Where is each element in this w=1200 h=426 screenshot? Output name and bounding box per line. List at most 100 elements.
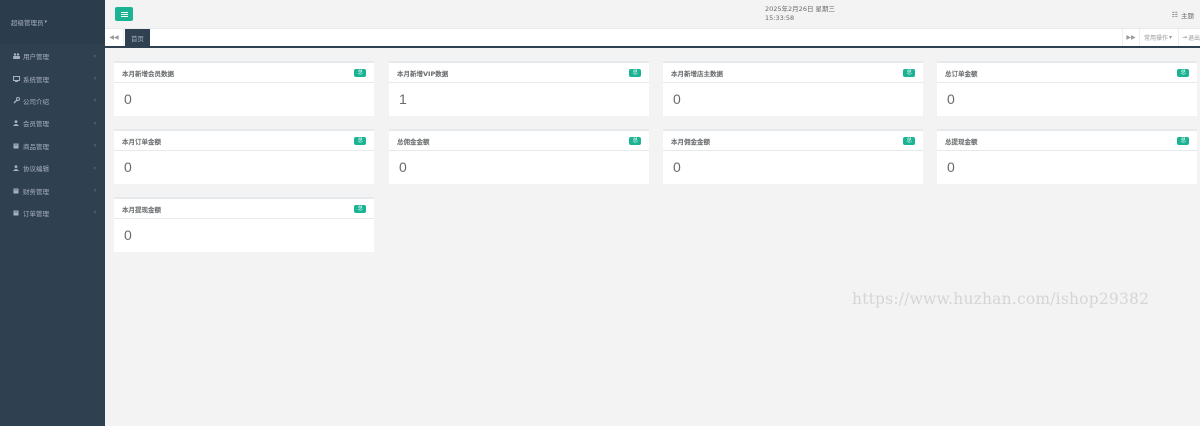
- caret-down-icon: ▾: [1168, 34, 1172, 41]
- book-icon: [12, 188, 20, 194]
- tab-scroll-left-button[interactable]: ◀◀: [105, 29, 124, 46]
- list-icon: ☷: [1171, 11, 1178, 19]
- caret-down-icon: ▾: [44, 19, 48, 25]
- card-value: 1: [399, 91, 407, 107]
- sidebar-item-company[interactable]: 公司介绍 ‹: [0, 90, 105, 112]
- logout-button[interactable]: ⇥ 退出: [1178, 29, 1200, 46]
- sidebar-item-label: 会员管理: [23, 120, 49, 129]
- user-icon: [12, 165, 20, 172]
- sidebar-item-users[interactable]: 用户管理 ‹: [0, 45, 105, 67]
- book-icon: [12, 210, 20, 216]
- tab-home[interactable]: 首页: [125, 29, 150, 46]
- theme-label: 主题: [1181, 12, 1194, 20]
- card-header: 总订单金额 总: [937, 63, 1197, 83]
- stat-card: 总提现金额 总 0: [937, 129, 1197, 184]
- card-value: 0: [673, 91, 681, 107]
- stat-card: 本月提现金额 总 0: [114, 197, 374, 252]
- wrench-icon: [12, 97, 20, 104]
- total-badge: 总: [903, 68, 915, 77]
- total-badge: 总: [1177, 68, 1189, 77]
- card-header: 本月新增会员数据 总: [114, 63, 374, 83]
- users-icon: [12, 53, 20, 60]
- card-title: 总提现金额: [945, 137, 978, 146]
- sidebar-item-orders[interactable]: 订单管理 ‹: [0, 202, 105, 224]
- watermark-text: https://www.huzhan.com/ishop29382: [852, 290, 1150, 308]
- user-label: 超级管理员: [11, 19, 44, 27]
- sidebar-toggle-button[interactable]: [115, 7, 133, 21]
- stat-card: 本月佣金金额 总 0: [663, 129, 923, 184]
- sidebar-item-members[interactable]: 会员管理 ‹: [0, 112, 105, 134]
- tab-label: 首页: [131, 34, 144, 43]
- total-badge: 总: [903, 136, 915, 145]
- common-ops-label: 常用操作: [1143, 35, 1168, 42]
- sidebar-item-label: 用户管理: [23, 53, 49, 62]
- chevron-left-icon: ‹: [93, 52, 96, 60]
- total-badge: 总: [629, 68, 641, 77]
- book-icon: [12, 143, 20, 149]
- sidebar-item-label: 财务管理: [23, 187, 49, 196]
- current-date: 2025年2月26日 星期三: [765, 5, 836, 13]
- card-header: 本月佣金金额 总: [663, 131, 923, 151]
- sidebar: 超级管理员 ▾ 用户管理 ‹ 系统管理 ‹ 公司介绍 ‹ 会员管理 ‹ 商品管理…: [0, 0, 105, 426]
- card-title: 本月新增店主数据: [671, 69, 723, 78]
- chevron-left-icon: ‹: [93, 75, 96, 83]
- chevron-left-icon: ‹: [93, 142, 96, 150]
- tabs-bar: ◀◀ 首页 ▶▶ 常用操作 ▾ ⇥ 退出: [105, 29, 1200, 48]
- card-title: 本月新增会员数据: [122, 69, 174, 78]
- total-badge: 总: [1177, 136, 1189, 145]
- dashboard-content: 本月新增会员数据 总 0 本月新增VIP数据 总 1 本月新增店主数据 总 0 …: [105, 50, 1200, 426]
- card-title: 总订单金额: [945, 69, 978, 78]
- card-title: 本月订单金额: [122, 137, 161, 146]
- card-title: 本月新增VIP数据: [397, 69, 449, 78]
- sidebar-nav: 用户管理 ‹ 系统管理 ‹ 公司介绍 ‹ 会员管理 ‹ 商品管理 ‹ 协议编辑 …: [0, 44, 105, 224]
- card-value: 0: [124, 159, 132, 175]
- card-value: 0: [947, 159, 955, 175]
- stat-card: 总订单金额 总 0: [937, 61, 1197, 116]
- card-value: 0: [947, 91, 955, 107]
- user-icon: [12, 120, 20, 127]
- total-badge: 总: [629, 136, 641, 145]
- stat-card: 本月订单金额 总 0: [114, 129, 374, 184]
- sign-out-icon: ⇥: [1182, 34, 1188, 41]
- hamburger-icon: [120, 11, 128, 17]
- card-title: 本月佣金金额: [671, 137, 710, 146]
- card-header: 本月提现金额 总: [114, 199, 374, 219]
- theme-button[interactable]: ☷ 主题: [1172, 10, 1194, 20]
- sidebar-item-finance[interactable]: 财务管理 ‹: [0, 179, 105, 201]
- card-value: 0: [124, 227, 132, 243]
- desktop-icon: [12, 75, 20, 82]
- sidebar-item-products[interactable]: 商品管理 ‹: [0, 135, 105, 157]
- sidebar-item-label: 协议编辑: [23, 165, 49, 174]
- sidebar-item-agreement[interactable]: 协议编辑 ‹: [0, 157, 105, 179]
- sidebar-item-label: 公司介绍: [23, 97, 49, 106]
- card-header: 本月新增VIP数据 总: [389, 63, 649, 83]
- chevron-left-icon: ‹: [93, 97, 96, 105]
- card-header: 本月新增店主数据 总: [663, 63, 923, 83]
- card-header: 总佣金金额 总: [389, 131, 649, 151]
- stat-card: 本月新增店主数据 总 0: [663, 61, 923, 116]
- total-badge: 总: [354, 136, 366, 145]
- top-navbar: 2025年2月26日 星期三 15:33:58 ☷ 主题: [105, 0, 1200, 29]
- common-ops-dropdown[interactable]: 常用操作 ▾: [1138, 29, 1176, 46]
- sidebar-item-label: 商品管理: [23, 142, 49, 151]
- datetime-display: 2025年2月26日 星期三 15:33:58: [765, 5, 835, 23]
- card-header: 总提现金额 总: [937, 131, 1197, 151]
- tab-scroll-right-button[interactable]: ▶▶: [1122, 29, 1139, 46]
- double-chevron-left-icon: ◀◀: [109, 34, 119, 41]
- logout-label: 退出: [1188, 35, 1200, 42]
- chevron-left-icon: ‹: [93, 119, 96, 127]
- card-header: 本月订单金额 总: [114, 131, 374, 151]
- sidebar-item-system[interactable]: 系统管理 ‹: [0, 67, 105, 89]
- card-title: 本月提现金额: [122, 205, 161, 214]
- chevron-left-icon: ‹: [93, 187, 96, 195]
- card-value: 0: [399, 159, 407, 175]
- current-time: 15:33:58: [765, 14, 795, 22]
- double-chevron-right-icon: ▶▶: [1126, 34, 1136, 41]
- stat-card: 本月新增会员数据 总 0: [114, 61, 374, 116]
- card-value: 0: [124, 91, 132, 107]
- total-badge: 总: [354, 68, 366, 77]
- total-badge: 总: [354, 204, 366, 213]
- card-title: 总佣金金额: [397, 137, 430, 146]
- user-dropdown[interactable]: 超级管理员 ▾: [0, 0, 105, 44]
- chevron-left-icon: ‹: [93, 164, 96, 172]
